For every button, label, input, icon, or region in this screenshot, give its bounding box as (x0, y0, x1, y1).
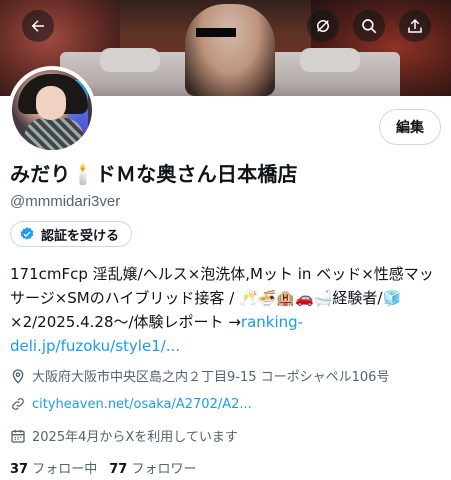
followers-stat[interactable]: 77 フォロワー (109, 458, 196, 477)
verified-badge-icon (20, 227, 34, 240)
follow-stats: 37 フォロー中 77 フォロワー (10, 458, 197, 477)
profile-bio: 171cmFcp 淫乱嬢/ヘルス×泡洗体,Mット in ベッド×性感マッサージ×… (10, 262, 442, 358)
user-handle: @mmmidari3ver (10, 193, 121, 210)
link-icon (12, 398, 24, 410)
mute-icon (317, 20, 329, 32)
location-text: 大阪府大阪市中央区島之内２丁目9-15 コーポシャペル106号 (32, 370, 390, 385)
share-button[interactable] (399, 10, 431, 42)
edit-profile-button[interactable]: 編集 (379, 109, 441, 145)
mute-button[interactable] (307, 10, 339, 42)
calendar-icon (11, 429, 25, 443)
get-verified-button[interactable]: 認証を受ける (10, 221, 133, 247)
name-part-2: ドＭな奥さん日本橋店 (95, 162, 298, 186)
followers-count: 77 (109, 462, 128, 477)
bio-text: 171cmFcp 淫乱嬢/ヘルス×泡洗体,Mット in ベッド×性感マッサージ×… (10, 265, 434, 331)
following-label: フォロー中 (32, 462, 98, 477)
followers-label: フォロワー (131, 462, 197, 477)
arrow-left-icon (31, 20, 44, 32)
share-icon (408, 18, 422, 33)
back-button[interactable] (22, 10, 54, 42)
name-part-1: みだり (10, 162, 71, 186)
search-icon (362, 19, 377, 34)
avatar[interactable] (8, 66, 96, 154)
search-button[interactable] (353, 10, 385, 42)
joined-row: 2025年4月からXを利用しています (10, 426, 238, 445)
candle-emoji: 🕯️ (70, 162, 96, 186)
website-row: cityheaven.net/osaka/A2702/A2... (10, 396, 252, 412)
joined-text: 2025年4月からXを利用しています (32, 430, 238, 445)
website-link[interactable]: cityheaven.net/osaka/A2702/A2... (32, 397, 252, 412)
display-name: みだり🕯️ドＭな奥さん日本橋店 (10, 158, 298, 187)
verify-label: 認証を受ける (41, 228, 120, 244)
location-row: 大阪府大阪市中央区島之内２丁目9-15 コーポシャペル106号 (10, 366, 389, 385)
location-pin-icon (12, 368, 24, 384)
following-count: 37 (10, 462, 29, 477)
following-stat[interactable]: 37 フォロー中 (10, 458, 97, 477)
